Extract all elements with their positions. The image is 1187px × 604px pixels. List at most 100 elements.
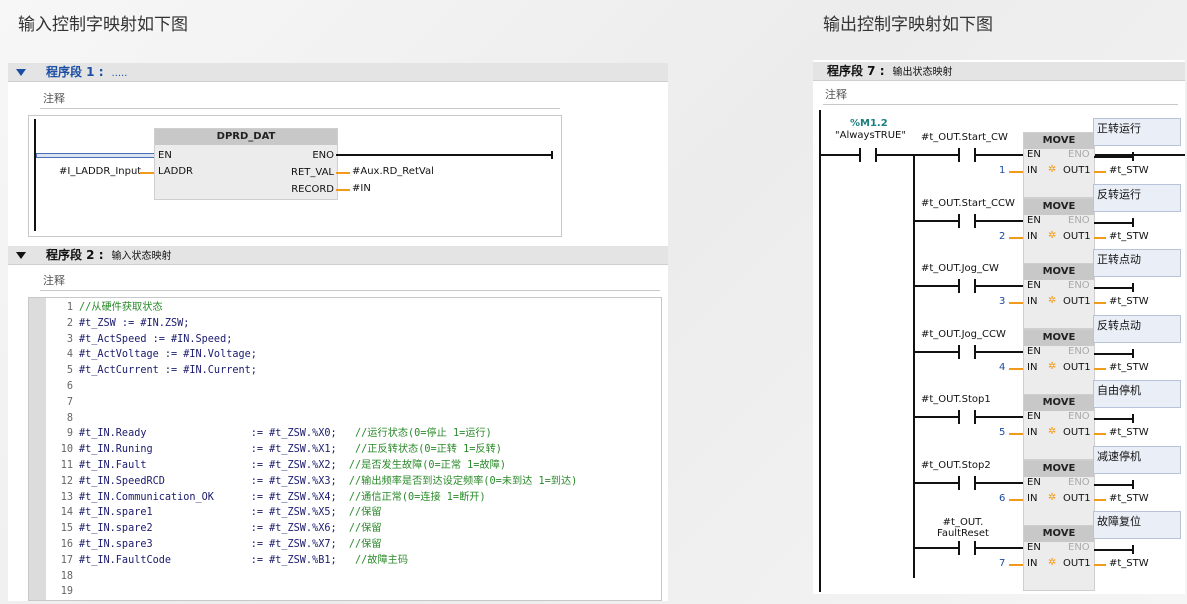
always-true-address: %M1.2	[850, 118, 888, 129]
contact-operand[interactable]: #t_OUT.Start_CW	[921, 132, 1008, 143]
move-output-dest[interactable]: #t_STW	[1109, 427, 1149, 438]
block-comment-note[interactable]: 反转运行	[1093, 183, 1181, 212]
rung-end	[1132, 545, 1134, 554]
code-comment: //保留	[348, 523, 382, 535]
no-contact[interactable]	[958, 213, 976, 228]
network-2-comment[interactable]: 注释	[43, 272, 65, 288]
contact-operand[interactable]: #t_OUT.Jog_CCW	[921, 329, 1006, 340]
no-contact[interactable]	[958, 148, 976, 162]
move-output-dest[interactable]: #t_STW	[1109, 165, 1149, 176]
contact-operand[interactable]: #t_OUT.Stop1	[921, 394, 991, 405]
network-2-header[interactable]: 程序段 2 : 输入状态映射	[8, 246, 668, 265]
code-text: #t_IN.SpeedRCD := #t_ZSW.%X3;	[79, 475, 349, 487]
code-line[interactable]: 13 #t_IN.Communication_OK := #t_ZSW.%X4; …	[47, 490, 486, 506]
rung-end	[1132, 414, 1134, 423]
eno-wire	[1094, 221, 1134, 224]
network-7-title: 程序段 7 :	[827, 64, 885, 78]
move-input-value[interactable]: 2	[999, 231, 1005, 242]
input-connector	[1009, 498, 1023, 501]
rung-end	[1132, 283, 1134, 292]
selected-wire[interactable]	[36, 153, 156, 158]
code-line[interactable]: 19	[47, 584, 79, 600]
scl-code-editor[interactable]: 1 //从硬件获取状态 2 #t_ZSW := #IN.ZSW; 3 #t_ActSpee…	[28, 297, 662, 601]
no-contact[interactable]	[958, 344, 976, 359]
move-title: MOVE	[1024, 329, 1094, 346]
move-input-value[interactable]: 4	[999, 362, 1005, 373]
no-contact[interactable]	[958, 410, 976, 424]
contact-operand[interactable]: #t_OUT.Start_CCW	[921, 198, 1015, 209]
contact-operand[interactable]: #t_OUT.Stop2	[921, 460, 991, 471]
move-input-value[interactable]: 3	[999, 296, 1005, 307]
sparkle-icon: ✲	[1048, 426, 1057, 437]
contact-operand[interactable]: #t_OUT. FaultReset	[937, 517, 989, 539]
code-line[interactable]: 2 #t_ZSW := #IN.ZSW;	[47, 316, 190, 332]
move-output-dest[interactable]: #t_STW	[1109, 362, 1149, 373]
code-line[interactable]: 1 //从硬件获取状态	[47, 300, 163, 316]
move-output-dest[interactable]: #t_STW	[1109, 296, 1149, 307]
move-input-value[interactable]: 1	[999, 165, 1005, 176]
move-pin-in: IN	[1027, 230, 1038, 242]
line-number: 18	[60, 570, 73, 582]
block-comment-note[interactable]: 反转点动	[1093, 314, 1181, 343]
always-true-name[interactable]: "AlwaysTRUE"	[835, 130, 906, 141]
move-input-value[interactable]: 5	[999, 427, 1005, 438]
network-1-comment[interactable]: 注释	[43, 90, 65, 106]
move-input-value[interactable]: 7	[999, 558, 1005, 569]
code-line[interactable]: 11 #t_IN.Fault := #t_ZSW.%X2; //是否发生故障(0=…	[47, 458, 506, 474]
code-line[interactable]: 16 #t_IN.spare3 := #t_ZSW.%X7; //保留	[47, 537, 382, 553]
move-input-value[interactable]: 6	[999, 493, 1005, 504]
contact-operand[interactable]: #t_OUT.Jog_CW	[921, 263, 999, 274]
code-text: #t_IN.spare3 := #t_ZSW.%X7;	[79, 539, 349, 550]
divider	[40, 108, 560, 109]
code-line[interactable]: 4 #t_ActVoltage := #IN.Voltage;	[47, 347, 257, 363]
move-output-dest[interactable]: #t_STW	[1109, 231, 1149, 242]
block-comment-note[interactable]: 正转运行	[1093, 118, 1181, 146]
no-contact[interactable]	[958, 279, 976, 293]
code-comment: //故障主码	[355, 554, 409, 566]
code-line[interactable]: 6	[47, 379, 79, 395]
network-2-title: 程序段 2 :	[46, 248, 104, 262]
network-7-header[interactable]: 程序段 7 : 输出状态映射	[813, 62, 1185, 81]
move-pin-in: IN	[1027, 165, 1038, 176]
move-pin-out1: OUT1	[1063, 230, 1091, 242]
block-comment-note[interactable]: 自由停机	[1093, 380, 1181, 408]
code-line[interactable]: 12 #t_IN.SpeedRCD := #t_ZSW.%X3; //输出频率是否…	[47, 474, 578, 490]
network-1-header[interactable]: 程序段 1 :.....	[8, 63, 668, 82]
record-param[interactable]: #IN	[352, 183, 371, 194]
collapse-arrow-icon[interactable]	[16, 69, 26, 76]
always-true-contact[interactable]	[859, 148, 877, 162]
retval-param[interactable]: #Aux.RD_RetVal	[352, 166, 434, 177]
code-line[interactable]: 10 #t_IN.Runing := #t_ZSW.%X1; //正反转状态(0=…	[47, 442, 502, 458]
move-pin-en: EN	[1027, 149, 1041, 160]
code-line[interactable]: 3 #t_ActSpeed := #IN.Speed;	[47, 332, 232, 348]
output-connector	[1094, 367, 1106, 370]
no-contact[interactable]	[958, 541, 976, 555]
line-number: 9	[66, 428, 73, 440]
power-rail	[819, 110, 821, 592]
laddr-param[interactable]: #I_LADDR_Input	[59, 166, 141, 177]
code-line[interactable]: 17 #t_IN.FaultCode := #t_ZSW.%B1; //故障主码	[47, 553, 408, 569]
code-line[interactable]: 14 #t_IN.spare1 := #t_ZSW.%X5; //保留	[47, 505, 382, 521]
code-comment: //运行状态(0=停止 1=运行)	[355, 428, 492, 440]
sparkle-icon: ✲	[1048, 229, 1057, 241]
move-output-dest[interactable]: #t_STW	[1109, 493, 1149, 504]
pin-eno: ENO	[312, 150, 334, 161]
sparkle-icon: ✲	[1048, 491, 1057, 503]
code-text: #t_ZSW := #IN.ZSW;	[79, 317, 190, 329]
network-7-comment[interactable]: 注释	[825, 86, 847, 102]
dprd-dat-block[interactable]: DPRD_DAT EN LADDR ENO RET_VAL RECORD	[154, 128, 338, 200]
block-comment-note[interactable]: 减速停机	[1093, 445, 1181, 474]
code-line[interactable]: 15 #t_IN.spare2 := #t_ZSW.%X6; //保留	[47, 521, 382, 537]
code-text: #t_IN.Communication_OK := #t_ZSW.%X4;	[79, 491, 349, 503]
no-contact[interactable]	[958, 475, 976, 490]
block-comment-note[interactable]: 正转点动	[1093, 249, 1181, 277]
code-line[interactable]: 7	[47, 395, 79, 411]
code-line[interactable]: 5 #t_ActCurrent := #IN.Current;	[47, 363, 257, 379]
move-output-dest[interactable]: #t_STW	[1109, 558, 1149, 569]
code-line[interactable]: 9 #t_IN.Ready := #t_ZSW.%X0; //运行状态(0=停止 …	[47, 426, 492, 442]
code-line[interactable]: 8	[47, 411, 79, 427]
code-line[interactable]: 18	[47, 569, 79, 585]
move-pin-out1: OUT1	[1063, 427, 1091, 438]
collapse-arrow-icon[interactable]	[16, 252, 26, 259]
block-comment-note[interactable]: 故障复位	[1093, 511, 1181, 539]
